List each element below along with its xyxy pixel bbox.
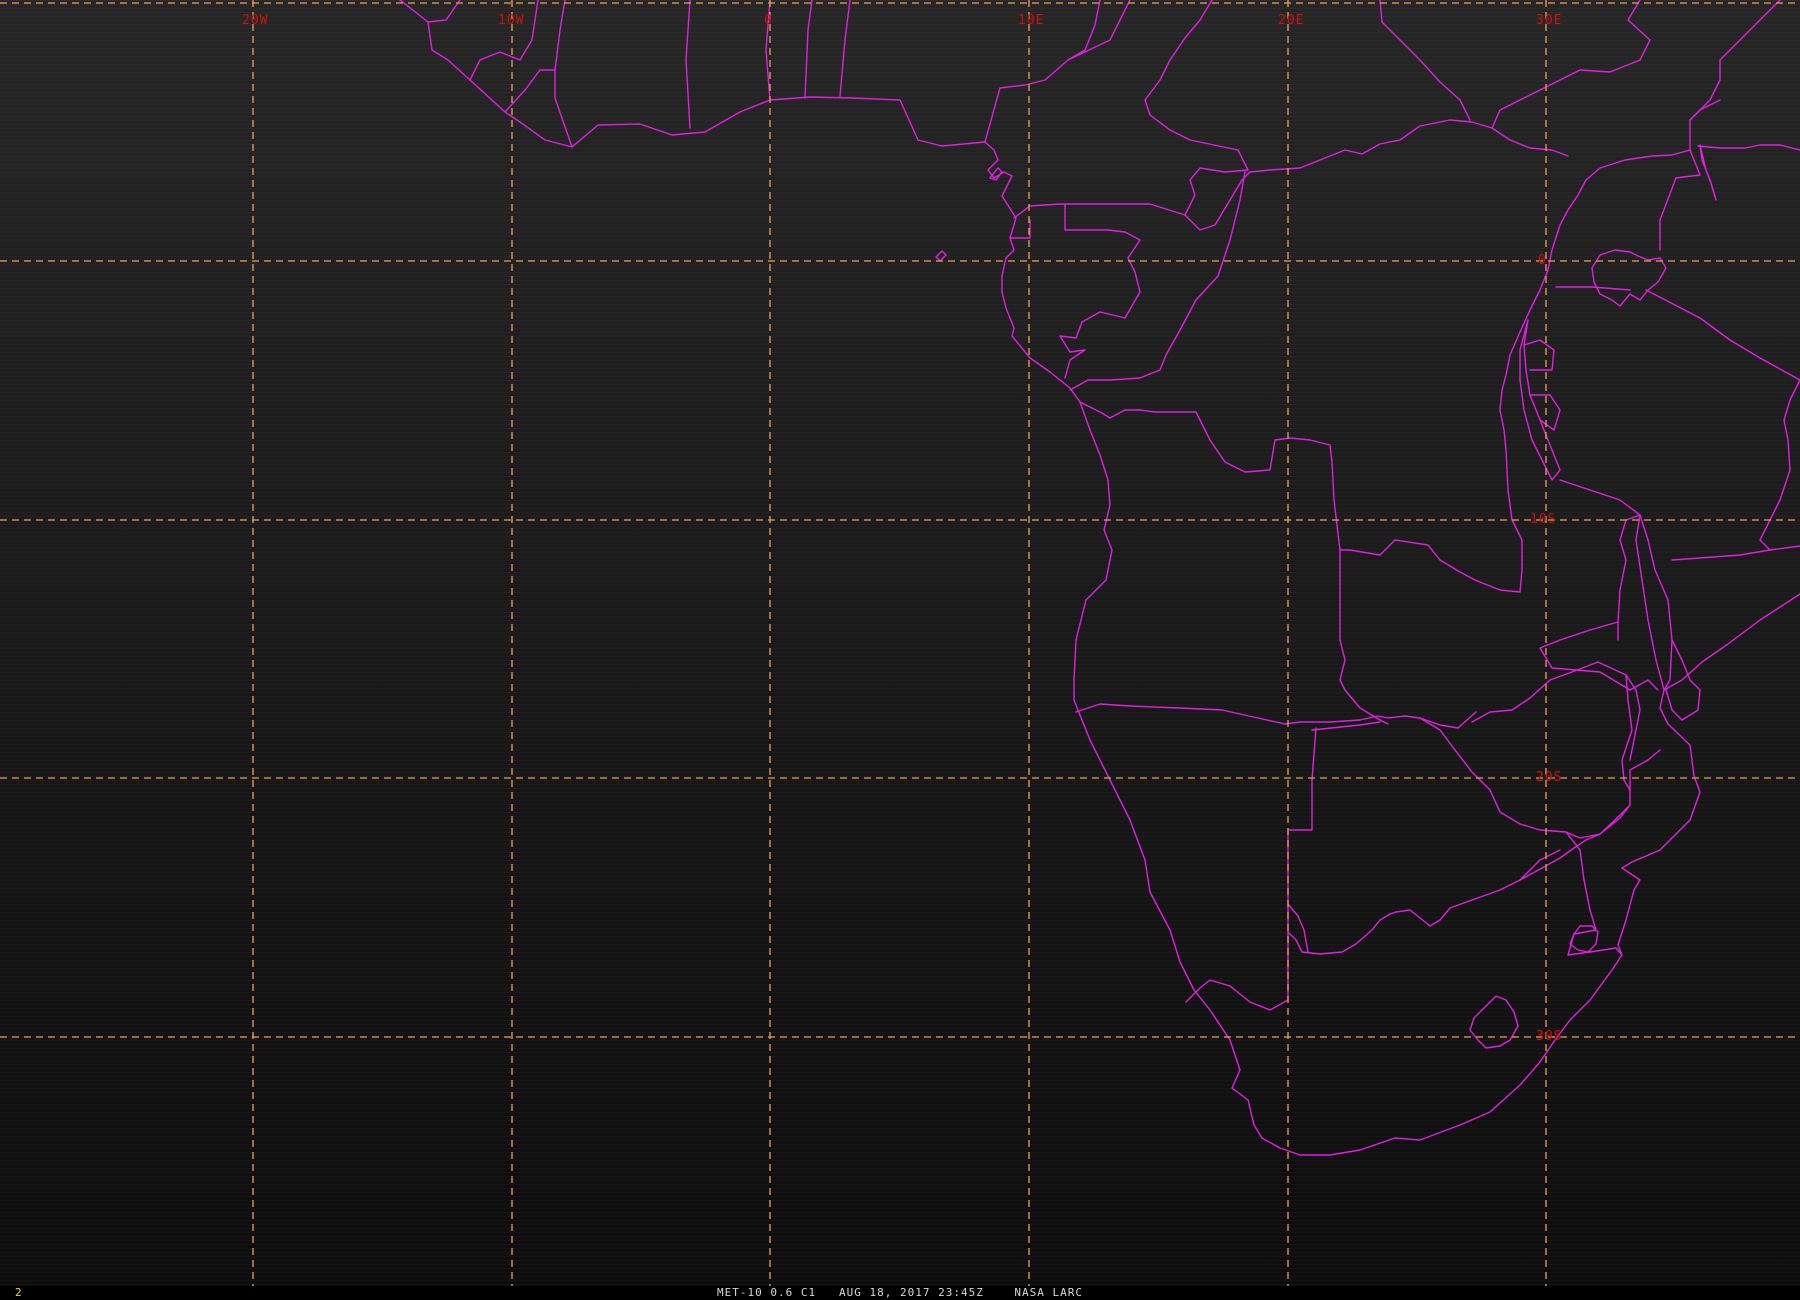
lon-label-10w: 10W — [498, 13, 524, 28]
map-canvas: 20W 10W 0 10E 20E 30E 0 10S 20S 30S — [0, 0, 1800, 1286]
scanline-texture — [0, 0, 1800, 1286]
image-source: NASA LARC — [1014, 1286, 1083, 1299]
lon-label-30e: 30E — [1536, 13, 1562, 28]
lon-label-0: 0 — [764, 13, 773, 28]
lat-label-10s: 10S — [1530, 512, 1556, 527]
image-timestamp: AUG 18, 2017 23:45Z — [839, 1286, 984, 1299]
satellite-image-viewer: 20W 10W 0 10E 20E 30E 0 10S 20S 30S 2 ME… — [0, 0, 1800, 1300]
product-info: MET-10 0.6 C1 AUG 18, 2017 23:45Z NASA L… — [0, 1286, 1800, 1300]
lat-label-30s: 30S — [1536, 1029, 1562, 1044]
status-bar: 2 MET-10 0.6 C1 AUG 18, 2017 23:45Z NASA… — [0, 1286, 1800, 1300]
satellite-imagery-panel: 20W 10W 0 10E 20E 30E 0 10S 20S 30S — [0, 0, 1800, 1286]
product-name: MET-10 0.6 C1 — [717, 1286, 817, 1299]
lat-label-0: 0 — [1538, 253, 1547, 268]
lon-label-20w: 20W — [242, 13, 268, 28]
lon-label-10e: 10E — [1018, 13, 1044, 28]
lon-label-20e: 20E — [1278, 13, 1304, 28]
lat-label-20s: 20S — [1536, 770, 1562, 785]
